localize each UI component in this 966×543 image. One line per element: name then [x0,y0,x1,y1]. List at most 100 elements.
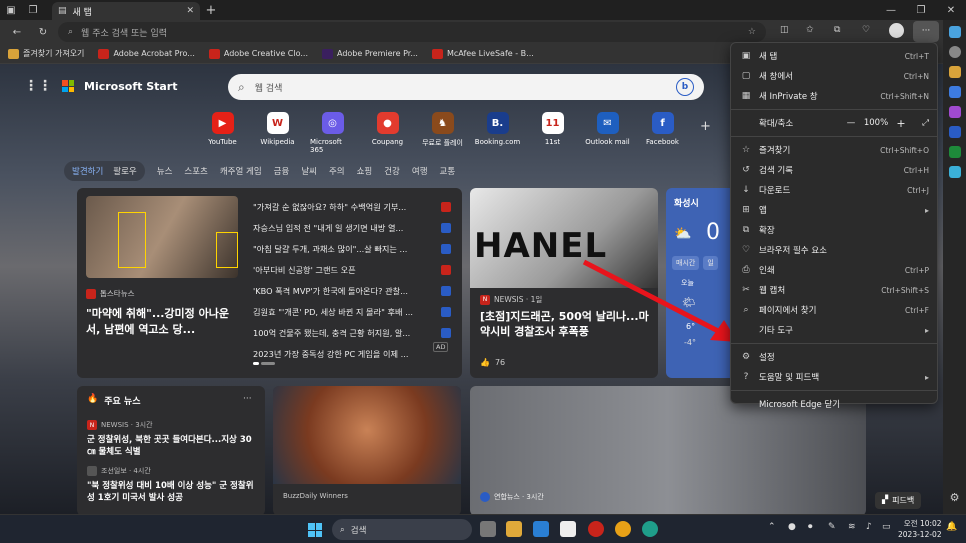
bookmark-item[interactable]: Adobe Premiere Pr... [322,48,418,59]
ms-start-logo[interactable]: ⋮⋮ Microsoft Start [24,78,177,94]
menu-item[interactable]: ▣ 새 탭 Ctrl+T [731,46,937,66]
category-item[interactable]: 뉴스 [157,165,173,177]
category-item[interactable]: 금융 [274,165,290,177]
task-view-icon[interactable] [480,521,496,537]
headline-title[interactable]: "마약에 취해"...강미정 아나운서, 남편에 역고소 당... [86,306,238,338]
menu-item[interactable]: 기타 도구 ▸ [731,320,937,340]
menu-item[interactable]: ⧉ 확장 [731,220,937,240]
news-list-item[interactable]: 'KBO 폭격 MVP'가 한국에 돌아온다? 관찰... [253,280,451,301]
file-explorer-icon[interactable] [506,521,522,537]
news-list-item[interactable]: 100억 건물주 됐는데, 충격 근황 허지원, 알... [253,322,451,343]
category-item[interactable]: 건강 [384,165,400,177]
news-list-item[interactable]: '아부다비 신공항' 그랜드 오픈 [253,259,451,280]
web-search-input[interactable]: 웹 검색 [255,81,283,94]
tab-new[interactable]: ▤ 새 탭 ✕ [52,2,200,20]
menu-item[interactable]: ▦ 새 InPrivate 창 Ctrl+Shift+N [731,86,937,106]
new-tab-button[interactable]: + [200,0,222,20]
more-options-icon[interactable]: ··· [243,394,252,404]
favorite-star-icon[interactable]: ☆ [748,27,756,37]
address-input[interactable]: 웹 주소 검색 또는 입력 [81,26,167,39]
store-icon[interactable] [533,521,549,537]
tab-actions-icon[interactable]: ❐ [22,0,44,20]
category-item[interactable]: 여행 [412,165,428,177]
clock[interactable]: 오전 10:02 2023-12-02 [898,518,942,540]
restore-icon[interactable]: ❐ [906,0,936,20]
battery-icon[interactable]: ▭ [882,522,891,532]
refresh-icon[interactable]: ↻ [32,22,54,42]
menu-item[interactable]: ♡ 브라우저 필수 요소 [731,240,937,260]
outlook-icon[interactable] [948,146,961,158]
wikipedia-app-icon[interactable] [560,521,576,537]
quicklink-item[interactable]: W Wikipedia [255,112,300,154]
quicklink-item[interactable]: ● Coupang [365,112,410,154]
add-quicklink-icon[interactable]: + [700,119,711,134]
copilot-icon[interactable] [948,26,961,38]
mic-icon[interactable]: ⏺ [808,522,813,532]
quicklink-item[interactable]: f Facebook [640,112,685,154]
bing-icon[interactable]: b [676,78,694,96]
address-bar[interactable]: ⌕ 웹 주소 검색 또는 입력 ☆ [58,22,766,42]
close-window-icon[interactable]: ✕ [936,0,966,20]
fullscreen-icon[interactable]: ⤢ [911,118,929,128]
wifi-icon[interactable]: ≋ [848,522,856,532]
menu-item[interactable]: ✂ 웹 캡처 Ctrl+Shift+S [731,280,937,300]
zoom-out-button[interactable]: — [841,118,861,128]
quicklink-item[interactable]: B. Booking.com [475,112,520,154]
tray-app-icon[interactable]: ● [788,522,796,532]
browser-essentials-icon[interactable]: ♡ [862,25,870,35]
menu-item[interactable]: ? 도움말 및 피드백 ▸ [731,367,937,387]
news-list-item[interactable]: 김원효 "'개콘' PD, 세상 바뀐 지 몰라" 후배 ... [253,301,451,322]
buzz-card[interactable]: BuzzDaily Winners [273,386,461,514]
category-item[interactable]: 캐주얼 게임 [220,165,262,177]
carousel-dots[interactable] [253,362,275,365]
tools-icon[interactable] [948,86,961,98]
volume-icon[interactable]: ♪ [866,522,872,532]
menu-item[interactable]: ⌕ 페이지에서 찾기 Ctrl+F [731,300,937,320]
category-item[interactable]: 교통 [440,165,456,177]
menu-item[interactable]: ⊞ 앱 ▸ [731,200,937,220]
news-list-item[interactable]: 2023년 가장 중독성 강한 PC 게임을 이제 ... [253,343,451,364]
news-list-item[interactable]: "아침 달걀 두개, 과채소 많이"...살 빠지는 ... [253,238,451,259]
bookmark-item[interactable]: Adobe Acrobat Pro... [98,48,195,59]
minimize-icon[interactable]: — [876,0,906,20]
news-list-item[interactable]: "가져갈 순 없잖아요? 하하" 수백억원 기부... [253,196,451,217]
taskbar-search[interactable]: ⌕ 검색 [332,519,472,540]
split-screen-icon[interactable]: ◫ [780,25,789,35]
zoom-in-button[interactable]: + [891,117,911,130]
category-item[interactable]: 쇼핑 [357,165,373,177]
bookmark-item[interactable]: 즐겨찾기 가져오기 [8,48,84,59]
like-button[interactable]: 👍 76 [480,358,505,367]
collections-icon[interactable]: ⧉ [834,25,840,35]
headline-image[interactable] [86,196,238,278]
web-search-box[interactable]: ⌕ 웹 검색 b [228,74,704,100]
profile-icon[interactable]: ▣ [0,0,22,20]
category-item[interactable]: 스포츠 [184,165,207,177]
category-item[interactable]: 날씨 [301,165,317,177]
apps-grid-icon[interactable]: ⋮⋮ [24,78,52,94]
settings-more-icon[interactable]: ··· [913,21,939,42]
chrome-icon[interactable] [615,521,631,537]
m365-icon[interactable] [948,126,961,138]
start-icon[interactable] [308,523,322,537]
top-news-title[interactable]: 군 정찰위성, 북한 곳곳 들여다본다...지상 30㎝ 물체도 식별 [87,434,257,458]
menu-item[interactable]: ☆ 즐겨찾기 Ctrl+Shift+O [731,140,937,160]
bookmark-item[interactable]: McAfee LiveSafe - B... [431,48,534,59]
menu-item[interactable]: ↓ 다운로드 Ctrl+J [731,180,937,200]
menu-item[interactable]: ↺ 검색 기록 Ctrl+H [731,160,937,180]
games-icon[interactable] [948,106,961,118]
search-icon[interactable] [948,46,961,58]
quicklink-item[interactable]: ▶ YouTube [200,112,245,154]
category-item[interactable]: 주의 [329,165,345,177]
drop-icon[interactable] [948,166,961,178]
quicklink-item[interactable]: ◎ Microsoft 365 [310,112,355,154]
close-tab-icon[interactable]: ✕ [186,6,194,16]
menu-item[interactable]: ▢ 새 창에서 Ctrl+N [731,66,937,86]
feedback-button[interactable]: ▞ 피드백 [875,492,922,509]
menu-item[interactable]: ⎙ 인쇄 Ctrl+P [731,260,937,280]
close-edge-item[interactable]: Microsoft Edge 닫기 [731,394,937,414]
quicklink-item[interactable]: ✉ Outlook mail [585,112,630,154]
edge-icon[interactable] [642,521,658,537]
menu-item[interactable]: ⚙ 설정 [731,347,937,367]
tab-discover[interactable]: 발견하기 [72,165,103,177]
sidebar-settings-icon[interactable]: ⚙ [950,491,960,504]
